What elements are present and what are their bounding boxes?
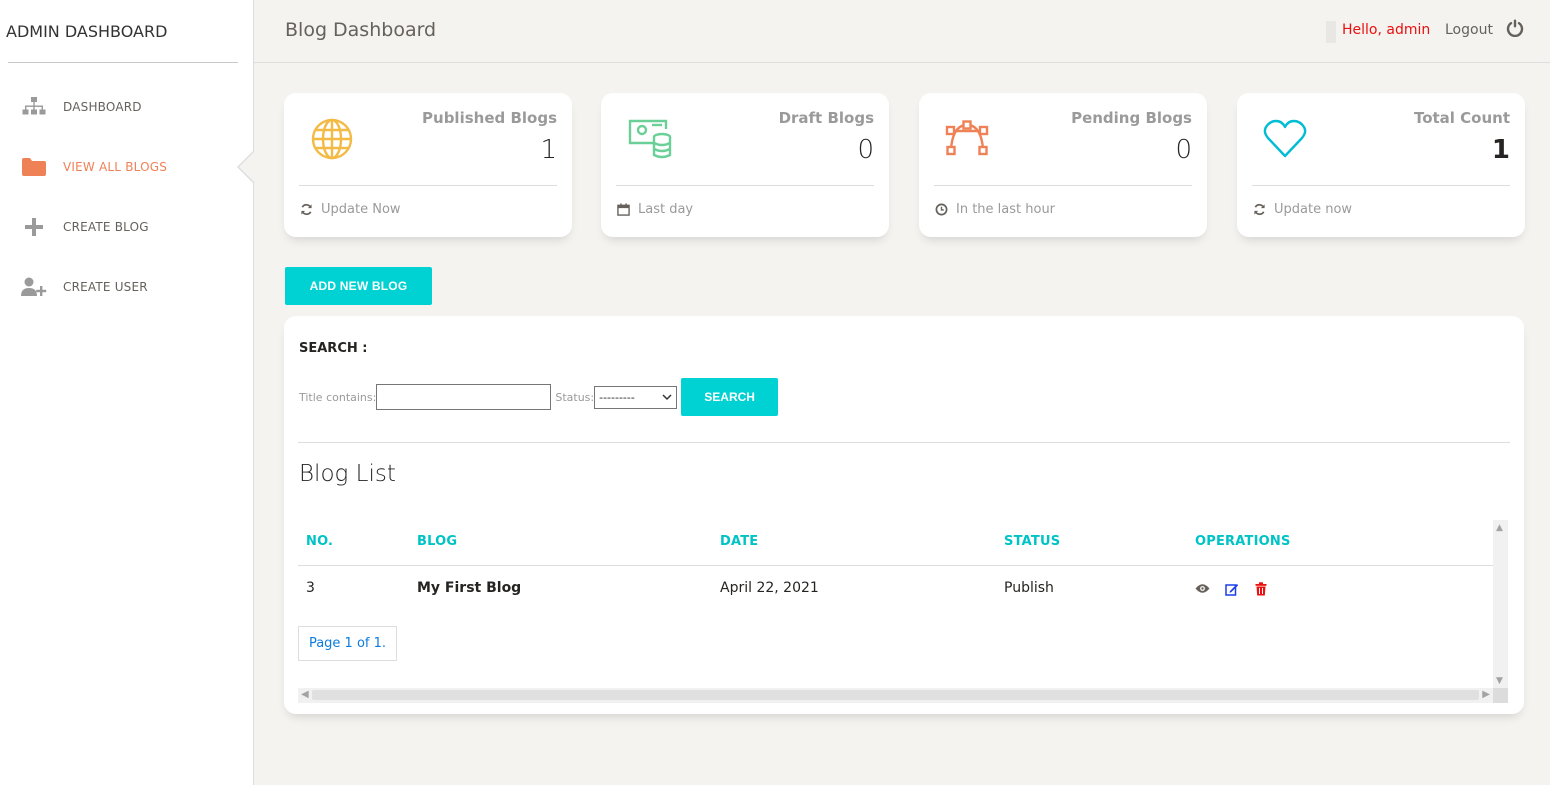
stat-footer-text: In the last hour [956, 202, 1056, 217]
status-label: Status: [555, 390, 595, 404]
vector-path-icon [943, 115, 991, 163]
page-title: Blog Dashboard [285, 19, 437, 41]
sidebar: ADMIN DASHBOARD DASHBOARD VIEW ALL BLOGS… [0, 0, 254, 785]
user-plus-icon [21, 276, 47, 298]
pagination-info[interactable]: Page 1 of 1. [298, 626, 397, 661]
stat-footer[interactable]: Update Now [299, 202, 401, 217]
stat-divider [1252, 185, 1510, 186]
globe-icon [308, 115, 356, 163]
scroll-left-icon[interactable]: ◀ [301, 689, 309, 700]
blog-list-title: Blog List [299, 461, 396, 487]
refresh-icon [1252, 203, 1266, 217]
search-form: Title contains: Status: --------- SEARCH [299, 378, 779, 416]
power-icon[interactable] [1506, 19, 1524, 38]
stat-card-pending: Pending Blogs 0 In the last hour [919, 93, 1207, 237]
sidebar-item-create-user[interactable]: CREATE USER [0, 267, 254, 307]
stat-footer-text: Update Now [321, 202, 401, 217]
scroll-right-icon[interactable]: ▶ [1482, 689, 1490, 700]
stat-footer[interactable]: Update now [1252, 202, 1352, 217]
stat-label: Total Count [1413, 109, 1510, 127]
row-operations [1195, 581, 1282, 596]
stat-footer[interactable]: Last day [616, 202, 693, 217]
stat-footer-text: Update now [1274, 202, 1353, 217]
stat-footer[interactable]: In the last hour [934, 202, 1055, 217]
vertical-scrollbar[interactable]: ▲ ▼ [1493, 520, 1508, 688]
sitemap-icon [21, 96, 47, 118]
search-button[interactable]: SEARCH [681, 378, 779, 416]
logout-link[interactable]: Logout [1445, 22, 1493, 38]
scroll-up-icon[interactable]: ▲ [1496, 523, 1503, 533]
status-selected-value: --------- [599, 390, 635, 404]
column-header-no[interactable]: NO. [306, 534, 333, 549]
eye-icon[interactable] [1195, 581, 1210, 596]
plus-icon [21, 216, 47, 238]
stat-divider [934, 185, 1192, 186]
horizontal-scroll-thumb[interactable] [312, 690, 1479, 700]
blog-table-container: NO. BLOG DATE STATUS OPERATIONS 3 My Fir… [298, 520, 1508, 703]
horizontal-scrollbar[interactable]: ◀ ▶ [298, 688, 1493, 703]
stat-divider [299, 185, 557, 186]
add-new-blog-button[interactable]: ADD NEW BLOG [285, 267, 432, 305]
column-header-date[interactable]: DATE [720, 534, 758, 549]
calendar-icon [616, 203, 630, 217]
stat-card-total: Total Count 1 Update now [1237, 93, 1525, 237]
cell-no: 3 [306, 580, 315, 596]
scroll-down-icon[interactable]: ▼ [1496, 676, 1503, 686]
column-header-blog[interactable]: BLOG [417, 534, 457, 549]
stat-footer-text: Last day [638, 202, 694, 217]
stat-divider [616, 185, 874, 186]
title-search-input[interactable] [376, 384, 552, 410]
user-avatar-placeholder [1326, 21, 1336, 43]
scrollbar-corner [1493, 688, 1508, 703]
brand-divider [8, 62, 238, 63]
column-header-status[interactable]: STATUS [1004, 534, 1060, 549]
edit-icon[interactable] [1224, 581, 1239, 596]
title-contains-label: Title contains: [299, 390, 377, 404]
brand-title[interactable]: ADMIN DASHBOARD [6, 22, 167, 41]
status-select[interactable]: --------- [594, 385, 678, 409]
sidebar-item-label: CREATE USER [63, 280, 148, 294]
heart-icon [1261, 115, 1309, 163]
sidebar-item-label: DASHBOARD [63, 100, 142, 114]
cell-status: Publish [1004, 580, 1054, 596]
stat-label: Pending Blogs [1071, 109, 1192, 127]
search-title: SEARCH : [299, 341, 368, 356]
refresh-icon [299, 203, 313, 217]
blog-list-panel: SEARCH : Title contains: Status: -------… [284, 316, 1524, 714]
money-database-icon [625, 115, 673, 163]
column-header-operations: OPERATIONS [1195, 534, 1291, 549]
sidebar-item-dashboard[interactable]: DASHBOARD [0, 87, 254, 127]
sidebar-item-label: CREATE BLOG [63, 220, 149, 234]
stat-value: 1 [1491, 135, 1510, 165]
stat-label: Published Blogs [422, 109, 557, 127]
table-header: NO. BLOG DATE STATUS OPERATIONS [298, 520, 1493, 566]
stat-value: 0 [1175, 135, 1192, 165]
panel-divider [298, 442, 1510, 443]
cell-blog-title: My First Blog [417, 580, 522, 596]
sidebar-item-view-all-blogs[interactable]: VIEW ALL BLOGS [0, 147, 254, 187]
stat-value: 0 [857, 135, 874, 165]
stat-card-draft: Draft Blogs 0 Last day [601, 93, 889, 237]
sidebar-item-create-blog[interactable]: CREATE BLOG [0, 207, 254, 247]
folder-icon [21, 156, 47, 178]
table-row: 3 My First Blog April 22, 2021 Publish [298, 566, 1493, 610]
active-caret [239, 152, 254, 182]
trash-icon[interactable] [1253, 581, 1268, 596]
stat-card-published: Published Blogs 1 Update Now [284, 93, 572, 237]
chevron-down-icon [662, 391, 672, 404]
greeting: Hello, admin [1342, 22, 1431, 38]
sidebar-item-label: VIEW ALL BLOGS [63, 160, 168, 174]
cell-date: April 22, 2021 [720, 580, 819, 596]
blog-table: NO. BLOG DATE STATUS OPERATIONS 3 My Fir… [298, 520, 1493, 688]
stat-label: Draft Blogs [778, 109, 874, 127]
stat-value: 1 [540, 135, 557, 165]
top-navbar: Blog Dashboard Hello, admin Logout [254, 0, 1550, 63]
clock-icon [934, 203, 948, 217]
